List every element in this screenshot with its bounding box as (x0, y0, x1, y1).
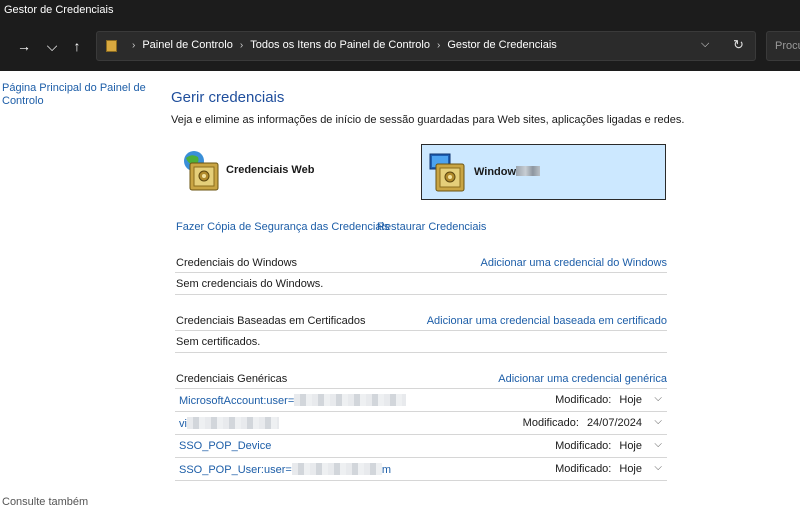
page-description: Veja e elimine as informações de início … (171, 114, 685, 126)
section-title: Credenciais Baseadas em Certificados (176, 315, 366, 327)
expand-chevron-icon[interactable]: ⌵ (654, 416, 662, 427)
credential-modified: Modificado: Hoje (555, 440, 642, 452)
credential-row[interactable]: vi Modificado: 24/07/2024 ⌵ (175, 412, 667, 435)
empty-message: Sem certificados. (176, 336, 261, 348)
arrow-up-icon: ↑ (73, 38, 81, 54)
credential-modified: Modificado: 24/07/2024 (522, 417, 642, 429)
redacted-text (516, 166, 541, 176)
section-title: Credenciais Genéricas (176, 373, 288, 385)
windows-credentials-label: Window (474, 166, 541, 178)
windows-credentials-button[interactable]: Window (421, 144, 666, 200)
breadcrumb-separator-icon: › (132, 40, 136, 51)
search-input[interactable]: Procu (766, 31, 800, 61)
credential-row[interactable]: SSO_POP_User:user= m Modificado: Hoje ⌵ (175, 458, 667, 481)
breadcrumb-item[interactable]: Painel de Controlo (142, 39, 233, 51)
credential-name: SSO_POP_Device (179, 440, 272, 452)
breadcrumb: › Painel de Controlo › Todos os Itens do Pa… (125, 39, 557, 51)
section-title: Credenciais do Windows (176, 257, 298, 269)
see-also-heading: Consulte também (2, 496, 89, 508)
recent-locations-button[interactable]: ⌵ (42, 36, 62, 56)
certificate-credentials-section: Credenciais Baseadas em Certificados Adi… (175, 313, 667, 353)
expand-chevron-icon[interactable]: ⌵ (654, 462, 662, 473)
page-title: Gerir credenciais (171, 89, 285, 106)
breadcrumb-item[interactable]: Todos os Itens do Painel de Controlo (250, 39, 430, 51)
redacted-text (294, 394, 407, 406)
credential-name: vi (179, 417, 279, 430)
restore-credentials-link[interactable]: Restaurar Credenciais (377, 221, 486, 233)
credential-row[interactable]: MicrosoftAccount:user= Modificado: Hoje ⌵ (175, 389, 667, 412)
add-certificate-credential-link[interactable]: Adicionar uma credencial baseada em cert… (427, 315, 667, 327)
windows-credentials-section: Credenciais do Windows Adicionar uma cre… (175, 255, 667, 295)
breadcrumb-item[interactable]: Gestor de Credenciais (447, 39, 556, 51)
breadcrumb-separator-icon[interactable]: › (240, 40, 243, 51)
redacted-text (186, 417, 279, 429)
up-button[interactable]: ↑ (67, 36, 87, 56)
add-generic-credential-link[interactable]: Adicionar uma credencial genérica (498, 373, 667, 385)
control-panel-home-link[interactable]: Página Principal do Painel de Controlo (2, 82, 152, 108)
web-credentials-label: Credenciais Web (226, 164, 315, 176)
windows-vault-icon (429, 153, 465, 192)
credential-row[interactable]: SSO_POP_Device Modificado: Hoje ⌵ (175, 435, 667, 458)
navigation-bar: → ⌵ ↑ › Painel de Controlo › Todos os Itens… (0, 22, 800, 71)
window-title: Gestor de Credenciais (0, 0, 800, 22)
forward-button[interactable]: → (14, 36, 34, 56)
generic-credentials-section: Credenciais Genéricas Adicionar uma cred… (175, 371, 667, 481)
backup-credentials-link[interactable]: Fazer Cópia de Segurança das Credenciais (176, 221, 389, 233)
empty-message: Sem credenciais do Windows. (176, 278, 324, 290)
add-windows-credential-link[interactable]: Adicionar uma credencial do Windows (481, 257, 667, 269)
credential-name: SSO_POP_User:user= m (179, 463, 391, 476)
credential-name: MicrosoftAccount:user= (179, 394, 407, 407)
refresh-icon[interactable]: ↻ (733, 37, 744, 53)
redacted-text (291, 463, 382, 475)
expand-chevron-icon[interactable]: ⌵ (654, 439, 662, 450)
address-bar[interactable]: › Painel de Controlo › Todos os Itens do Pa… (96, 31, 756, 61)
arrow-right-icon: → (17, 38, 31, 54)
web-credentials-button[interactable]: Credenciais Web (176, 144, 416, 200)
credential-modified: Modificado: Hoje (555, 463, 642, 475)
web-vault-icon (184, 151, 219, 191)
address-dropdown-icon[interactable]: ⌵ (701, 38, 709, 51)
control-panel-icon (106, 40, 117, 52)
chevron-down-icon: ⌵ (46, 38, 58, 54)
expand-chevron-icon[interactable]: ⌵ (654, 393, 662, 404)
breadcrumb-separator-icon[interactable]: › (437, 40, 440, 51)
credential-modified: Modificado: Hoje (555, 394, 642, 406)
